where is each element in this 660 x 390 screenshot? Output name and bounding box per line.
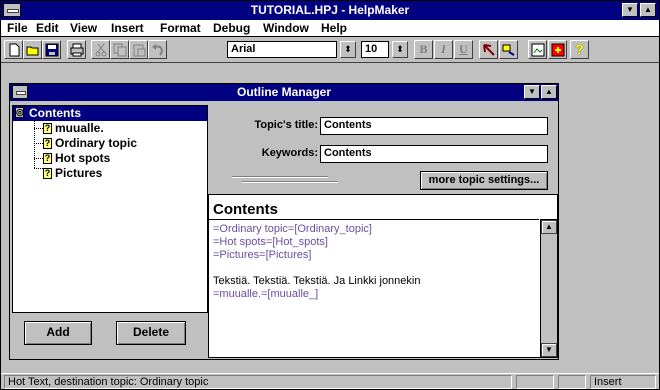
window-title: TUTORIAL.HPJ - HelpMaker [250, 3, 410, 17]
helpmaker-window: TUTORIAL.HPJ - HelpMaker ▼ ▲ File Edit V… [0, 0, 660, 390]
topic-text-area[interactable]: =Ordinary topic=[Ordinary_topic] =Hot sp… [209, 219, 539, 357]
font-dropdown-button[interactable]: ⬍ [340, 41, 356, 58]
help-button[interactable]: ? [570, 40, 589, 59]
topic-title-label: Topic's title: [254, 119, 318, 131]
tree-item-muualle[interactable]: ? muualle. [43, 121, 104, 136]
status-insert-mode: Insert [590, 375, 656, 389]
undo-button[interactable] [148, 40, 167, 59]
minimize-button[interactable]: ▼ [622, 3, 638, 17]
outline-maximize-button[interactable]: ▲ [541, 85, 557, 99]
menu-bar: File Edit View Insert Format Debug Windo… [1, 20, 659, 37]
hotspot-button[interactable] [479, 40, 498, 59]
topic-icon: ? [43, 123, 52, 134]
open-folder-icon [26, 46, 39, 56]
menu-insert[interactable]: Insert [111, 21, 144, 35]
cut-button[interactable] [91, 40, 110, 59]
book-icon: ◎ [15, 107, 24, 118]
italic-button[interactable]: I [434, 40, 453, 59]
menu-debug[interactable]: Debug [213, 21, 250, 35]
tree-connector [34, 128, 43, 129]
tree-item-label: Contents [29, 106, 81, 120]
divider [232, 176, 328, 178]
outline-system-menu[interactable] [12, 85, 28, 99]
menu-file[interactable]: File [7, 21, 28, 35]
hotspot-link-line[interactable]: =muualle.=[muualle_] [213, 288, 535, 301]
outline-manager-window: Outline Manager ▼ ▲ ◎ Contents ? muualle… [9, 83, 559, 360]
tree-item-pictures[interactable]: ? Pictures [43, 166, 102, 181]
topic-icon: ? [43, 153, 52, 164]
tree-item-ordinary-topic[interactable]: ? Ordinary topic [43, 136, 137, 151]
menu-window[interactable]: Window [263, 21, 309, 35]
scroll-down-arrow-icon[interactable]: ▼ [541, 343, 557, 357]
save-disk-icon [45, 43, 59, 57]
link-button[interactable] [499, 40, 518, 59]
paste-button[interactable] [129, 40, 148, 59]
delete-topic-button[interactable]: Delete [116, 321, 186, 345]
open-button[interactable] [23, 40, 42, 59]
topic-title-field[interactable]: Contents [320, 117, 548, 135]
tree-connector [34, 158, 43, 159]
tree-item-contents[interactable]: ◎ Contents [13, 106, 207, 121]
hotspot-link-line[interactable]: =Ordinary topic=[Ordinary_topic] [213, 223, 535, 236]
underline-button[interactable]: U [454, 40, 473, 59]
hotspot-pointer-icon [483, 44, 495, 56]
keywords-field[interactable]: Contents [320, 145, 548, 163]
hotspot-link-line[interactable]: =Hot spots=[Hot_spots] [213, 236, 535, 249]
scroll-up-arrow-icon[interactable]: ▲ [541, 220, 557, 234]
picture-icon [531, 43, 545, 57]
new-button[interactable] [4, 40, 23, 59]
compile-icon [551, 43, 565, 57]
more-topic-settings-button[interactable]: more topic settings... [420, 171, 548, 190]
link-icon [502, 44, 515, 56]
outline-manager-title: Outline Manager [10, 84, 558, 101]
add-topic-button[interactable]: Add [24, 321, 92, 345]
copy-button[interactable] [110, 40, 129, 59]
menu-view[interactable]: View [70, 21, 97, 35]
divider [242, 181, 338, 183]
copy-icon [113, 43, 127, 57]
compile-button[interactable] [548, 40, 567, 59]
undo-arrow-icon [152, 44, 163, 56]
font-size-field[interactable]: 10 [361, 41, 389, 58]
tree-item-label: Hot spots [55, 151, 111, 165]
topic-tree[interactable]: ◎ Contents ? muualle. ? Ordinary topic ?… [12, 105, 208, 313]
topic-icon: ? [43, 168, 52, 179]
title-bar: TUTORIAL.HPJ - HelpMaker ▼ ▲ [1, 1, 659, 20]
status-field-empty [558, 375, 586, 389]
toolbar: Arial ⬍ 10 ⬍ B I U ? [1, 37, 659, 63]
hotspot-link-line[interactable]: =Pictures=[Pictures] [213, 249, 535, 262]
body-text-line: Tekstiä. Tekstiä. Tekstiä. Ja Linkki jon… [213, 275, 421, 287]
outline-minimize-button[interactable]: ▼ [524, 85, 540, 99]
maximize-button[interactable]: ▲ [640, 3, 656, 17]
topic-icon: ? [43, 138, 52, 149]
dropdown-arrow-icon: ⬍ [344, 44, 352, 54]
printer-icon [70, 43, 84, 57]
menu-format[interactable]: Format [160, 21, 201, 35]
font-name-field[interactable]: Arial [227, 41, 337, 58]
tree-item-hot-spots[interactable]: ? Hot spots [43, 151, 110, 166]
scissors-icon [95, 43, 107, 57]
tree-item-label: Ordinary topic [55, 136, 138, 150]
tree-item-label: muualle. [55, 121, 104, 135]
size-dropdown-button[interactable]: ⬍ [392, 41, 408, 58]
menu-help[interactable]: Help [321, 21, 347, 35]
print-button[interactable] [67, 40, 86, 59]
topic-editor[interactable]: Contents =Ordinary topic=[Ordinary_topic… [208, 194, 558, 358]
tree-connector [34, 168, 43, 169]
editor-scrollbar[interactable]: ▲ ▼ [540, 219, 557, 357]
menu-edit[interactable]: Edit [36, 21, 59, 35]
keywords-label: Keywords: [261, 147, 318, 159]
status-field-empty [516, 375, 554, 389]
save-button[interactable] [42, 40, 61, 59]
status-message: Hot Text, destination topic: Ordinary to… [4, 375, 512, 389]
status-bar: Hot Text, destination topic: Ordinary to… [1, 373, 659, 389]
bold-button[interactable]: B [414, 40, 433, 59]
picture-button[interactable] [528, 40, 547, 59]
new-file-icon [9, 43, 20, 57]
dropdown-arrow-icon: ⬍ [396, 44, 404, 54]
topic-heading: Contents [213, 201, 278, 218]
tree-connector [34, 143, 43, 144]
paste-clipboard-icon [133, 44, 146, 57]
